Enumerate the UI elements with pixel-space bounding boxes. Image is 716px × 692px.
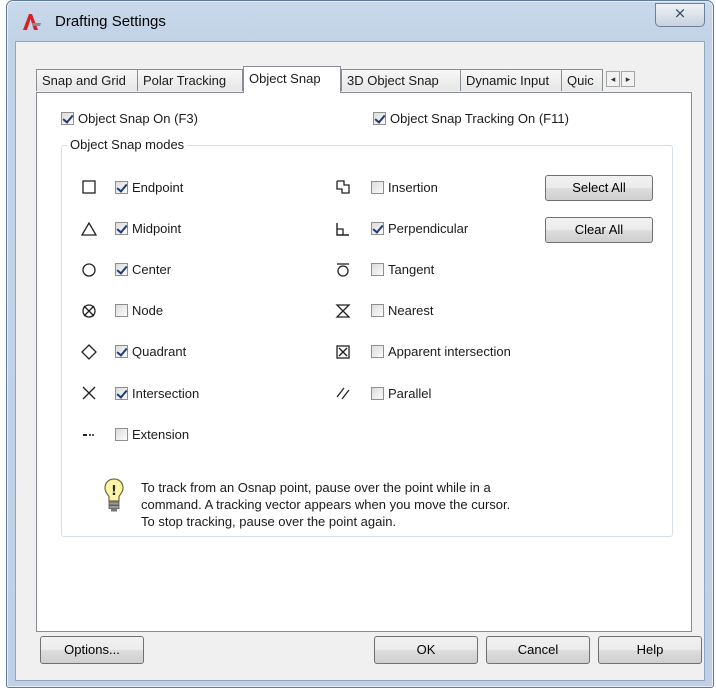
hint-line-1: To track from an Osnap point, pause over… xyxy=(141,480,491,495)
close-button[interactable]: ⨯ xyxy=(655,3,705,27)
extension-icon xyxy=(83,434,94,436)
intersection-x-icon xyxy=(82,386,96,400)
midpoint-triangle-icon xyxy=(81,221,97,236)
mode-row-intersection[interactable]: Intersection xyxy=(115,386,199,401)
nearest-hourglass-icon xyxy=(335,304,351,318)
tab-scroll-right-button[interactable]: ▸ xyxy=(621,71,635,87)
object-snap-tracking-checkbox[interactable] xyxy=(373,112,386,125)
quadrant-diamond-icon xyxy=(81,344,97,360)
select-all-button[interactable]: Select All xyxy=(545,175,653,201)
extension-checkbox[interactable] xyxy=(115,428,128,441)
dialog-client-area: Snap and Grid Polar Tracking Object Snap… xyxy=(15,41,705,681)
mode-row-node[interactable]: Node xyxy=(115,303,163,318)
autocad-app-icon xyxy=(23,14,41,30)
center-label[interactable]: Center xyxy=(132,262,171,277)
clear-all-button[interactable]: Clear All xyxy=(545,217,653,243)
endpoint-label[interactable]: Endpoint xyxy=(132,180,183,195)
node-icon xyxy=(82,304,96,318)
endpoint-checkbox[interactable] xyxy=(115,181,128,194)
tab-snap-and-grid[interactable]: Snap and Grid xyxy=(36,69,138,91)
mode-row-parallel[interactable]: Parallel xyxy=(371,386,431,401)
apparent-intersection-label[interactable]: Apparent intersection xyxy=(388,344,511,359)
ok-button[interactable]: OK xyxy=(374,636,478,664)
tab-strip: Snap and Grid Polar Tracking Object Snap… xyxy=(36,66,700,93)
tangent-label[interactable]: Tangent xyxy=(388,262,434,277)
title-bar[interactable]: Drafting Settings ⨯ xyxy=(7,1,713,41)
tab-scroll-left-button[interactable]: ◂ xyxy=(606,71,620,87)
perpendicular-label[interactable]: Perpendicular xyxy=(388,221,468,236)
mode-row-apparent-intersection[interactable]: Apparent intersection xyxy=(371,344,511,359)
tab-object-snap[interactable]: Object Snap xyxy=(243,66,341,93)
perpendicular-icon xyxy=(336,223,349,236)
mode-row-endpoint[interactable]: Endpoint xyxy=(115,180,183,195)
help-button[interactable]: Help xyxy=(598,636,702,664)
node-label[interactable]: Node xyxy=(132,303,163,318)
endpoint-square-icon xyxy=(82,180,96,194)
intersection-checkbox[interactable] xyxy=(115,387,128,400)
lightbulb-icon: ! xyxy=(104,478,124,512)
mode-row-quadrant[interactable]: Quadrant xyxy=(115,344,186,359)
tab-3d-object-snap[interactable]: 3D Object Snap xyxy=(341,69,461,91)
intersection-label[interactable]: Intersection xyxy=(132,386,199,401)
quadrant-label[interactable]: Quadrant xyxy=(132,344,186,359)
mode-row-center[interactable]: Center xyxy=(115,262,171,277)
hint-line-3: To stop tracking, pause over the point a… xyxy=(141,514,397,529)
object-snap-tracking-row[interactable]: Object Snap Tracking On (F11) xyxy=(373,111,569,126)
insertion-label[interactable]: Insertion xyxy=(388,180,438,195)
apparent-intersection-icon xyxy=(336,345,350,359)
tab-dynamic-input[interactable]: Dynamic Input xyxy=(460,69,562,91)
mode-row-extension[interactable]: Extension xyxy=(115,427,189,442)
mode-row-midpoint[interactable]: Midpoint xyxy=(115,221,181,236)
svg-text:!: ! xyxy=(111,484,117,499)
perpendicular-checkbox[interactable] xyxy=(371,222,384,235)
mode-row-perpendicular[interactable]: Perpendicular xyxy=(371,221,468,236)
parallel-checkbox[interactable] xyxy=(371,387,384,400)
object-snap-panel: Object Snap On (F3) Object Snap Tracking… xyxy=(36,92,692,632)
object-snap-modes-title: Object Snap modes xyxy=(67,137,188,152)
drafting-settings-window: Drafting Settings ⨯ Snap and Grid Polar … xyxy=(6,0,714,688)
tab-polar-tracking[interactable]: Polar Tracking xyxy=(137,69,243,91)
object-snap-on-row[interactable]: Object Snap On (F3) xyxy=(61,111,198,126)
parallel-label[interactable]: Parallel xyxy=(388,386,431,401)
quadrant-checkbox[interactable] xyxy=(115,345,128,358)
mode-row-insertion[interactable]: Insertion xyxy=(371,180,438,195)
object-snap-on-checkbox[interactable] xyxy=(61,112,74,125)
tab-quick-properties[interactable]: Quic xyxy=(561,69,603,91)
insertion-checkbox[interactable] xyxy=(371,181,384,194)
apparent-intersection-checkbox[interactable] xyxy=(371,345,384,358)
tracking-hint: To track from an Osnap point, pause over… xyxy=(141,479,661,530)
options-button[interactable]: Options... xyxy=(40,636,144,664)
cancel-button[interactable]: Cancel xyxy=(486,636,590,664)
midpoint-label[interactable]: Midpoint xyxy=(132,221,181,236)
parallel-icon xyxy=(336,387,350,400)
object-snap-tracking-label[interactable]: Object Snap Tracking On (F11) xyxy=(390,111,569,126)
center-circle-icon xyxy=(82,263,96,277)
tangent-icon xyxy=(337,263,349,277)
mode-row-tangent[interactable]: Tangent xyxy=(371,262,434,277)
node-checkbox[interactable] xyxy=(115,304,128,317)
nearest-checkbox[interactable] xyxy=(371,304,384,317)
mode-row-nearest[interactable]: Nearest xyxy=(371,303,434,318)
tangent-checkbox[interactable] xyxy=(371,263,384,276)
object-snap-on-label[interactable]: Object Snap On (F3) xyxy=(78,111,198,126)
midpoint-checkbox[interactable] xyxy=(115,222,128,235)
hint-line-2: command. A tracking vector appears when … xyxy=(141,497,511,512)
insertion-icon xyxy=(336,180,350,194)
extension-label[interactable]: Extension xyxy=(132,427,189,442)
nearest-label[interactable]: Nearest xyxy=(388,303,434,318)
center-checkbox[interactable] xyxy=(115,263,128,276)
window-title: Drafting Settings xyxy=(55,13,166,30)
